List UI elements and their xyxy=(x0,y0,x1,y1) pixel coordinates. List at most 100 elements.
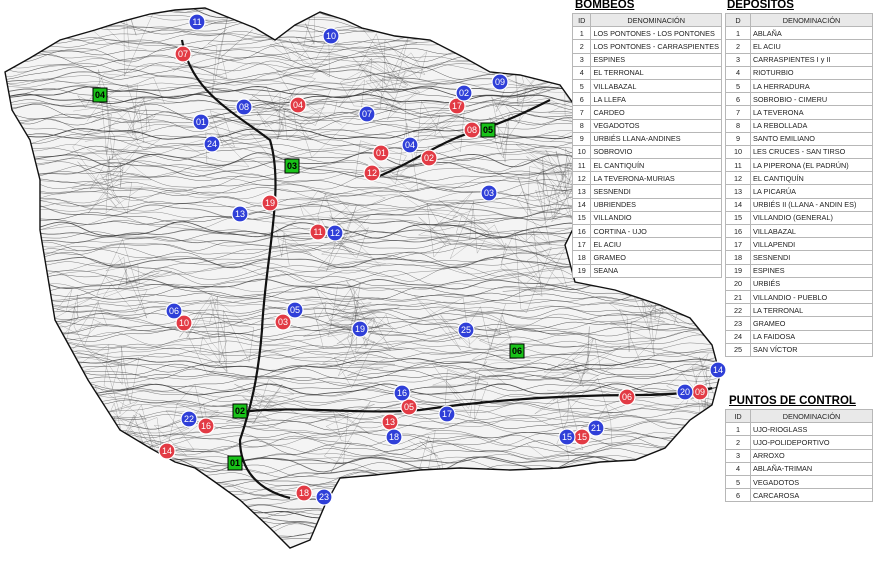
deposito-marker[interactable]: 06 xyxy=(165,302,183,320)
bombeo-marker[interactable]: 08 xyxy=(463,121,481,139)
deposito-marker[interactable]: 19 xyxy=(351,320,369,338)
deposito-marker[interactable]: 16 xyxy=(393,384,411,402)
deposito-marker[interactable]: 15 xyxy=(558,428,576,446)
deposito-marker[interactable]: 07 xyxy=(358,105,376,123)
deposito-marker[interactable]: 18 xyxy=(385,428,403,446)
deposito-marker[interactable]: 21 xyxy=(587,419,605,437)
bombeo-marker[interactable]: 13 xyxy=(381,413,399,431)
legend-id: 4 xyxy=(725,65,751,80)
legend-name: EL ACIU xyxy=(750,39,873,54)
legend-id: 11 xyxy=(725,158,751,173)
deposito-label: 08 xyxy=(239,102,249,112)
legend-row: 6 CARCAROSA xyxy=(725,488,873,503)
bombeo-label: 01 xyxy=(376,148,386,158)
bombeo-marker[interactable]: 18 xyxy=(295,484,313,502)
legend-id: 7 xyxy=(725,105,751,120)
deposito-marker[interactable]: 04 xyxy=(401,136,419,154)
legend-id: 1 xyxy=(725,422,751,437)
bombeo-marker[interactable]: 09 xyxy=(691,383,709,401)
legend-name: LA REBOLLADA xyxy=(750,118,873,133)
control-point-label: 01 xyxy=(230,458,240,468)
bombeo-marker[interactable]: 12 xyxy=(363,164,381,182)
legend-name: LOS PONTONES - LOS PONTONES xyxy=(590,26,722,41)
col-id-header: ID xyxy=(571,12,592,28)
deposito-marker[interactable]: 08 xyxy=(235,98,253,116)
legend-row: 3 ARROXO xyxy=(725,448,873,463)
deposito-label: 12 xyxy=(330,228,340,238)
deposito-marker[interactable]: 14 xyxy=(709,361,727,379)
control-point-marker[interactable]: 04 xyxy=(92,87,108,103)
deposito-marker[interactable]: 20 xyxy=(676,383,694,401)
bombeo-label: 05 xyxy=(404,402,414,412)
legend-name: EL CANTIQUÍN xyxy=(750,171,873,186)
legend-name: UBRIENDES xyxy=(590,197,722,212)
legend-id: 12 xyxy=(725,171,751,186)
legend-row: 23 GRAMEO xyxy=(725,316,873,331)
deposito-label: 03 xyxy=(484,188,494,198)
bombeo-marker[interactable]: 02 xyxy=(420,149,438,167)
deposito-label: 24 xyxy=(207,139,217,149)
legend-name: URBIÉS xyxy=(750,276,873,291)
bombeo-label: 12 xyxy=(367,168,377,178)
deposito-marker[interactable]: 12 xyxy=(326,224,344,242)
bombeo-marker[interactable]: 19 xyxy=(261,194,279,212)
legend-id: 14 xyxy=(725,197,751,212)
deposito-marker[interactable]: 10 xyxy=(322,27,340,45)
legend-name: VILLABAZAL xyxy=(590,78,722,94)
deposito-marker[interactable]: 11 xyxy=(188,13,206,31)
legend-id: 5 xyxy=(571,78,592,94)
deposito-marker[interactable]: 23 xyxy=(315,488,333,506)
depositos-table: D DENOMINACIÓN 1 ABLAÑA 2 EL ACIU 3 CARRASPIE… xyxy=(725,12,873,357)
deposito-marker[interactable]: 24 xyxy=(203,135,221,153)
deposito-marker[interactable]: 05 xyxy=(286,301,304,319)
legend-name: ESPINES xyxy=(590,52,722,67)
legend-id: 14 xyxy=(571,197,592,212)
bombeo-marker[interactable]: 07 xyxy=(174,45,192,63)
legend-name: EL CANTIQUÍN xyxy=(590,158,722,173)
bombeo-marker[interactable]: 06 xyxy=(618,388,636,406)
bombeo-marker[interactable]: 14 xyxy=(158,442,176,460)
bombeo-marker[interactable]: 04 xyxy=(289,96,307,114)
control-point-marker[interactable]: 03 xyxy=(284,158,300,174)
legend-name: GRAMEO xyxy=(590,250,722,265)
deposito-marker[interactable]: 03 xyxy=(480,184,498,202)
legend-row: 2 UJO-POLIDEPORTIVO xyxy=(725,435,873,450)
deposito-label: 05 xyxy=(290,305,300,315)
bombeos-title: BOMBEOS xyxy=(575,0,635,11)
control-point-marker[interactable]: 06 xyxy=(509,343,525,359)
bombeo-marker[interactable]: 03 xyxy=(274,313,292,331)
legend-id: 8 xyxy=(571,118,592,133)
deposito-marker[interactable]: 17 xyxy=(438,405,456,423)
legend-name: SAN VÍCTOR xyxy=(750,342,873,357)
control-point-marker[interactable]: 05 xyxy=(480,122,496,138)
deposito-label: 22 xyxy=(184,414,194,424)
bombeo-marker[interactable]: 01 xyxy=(372,144,390,162)
control-point-marker[interactable]: 01 xyxy=(227,455,243,471)
deposito-marker[interactable]: 25 xyxy=(457,321,475,339)
bombeo-marker[interactable]: 11 xyxy=(309,223,327,241)
legend-name: LA FAIDOSA xyxy=(750,329,873,344)
deposito-marker[interactable]: 01 xyxy=(192,113,210,131)
legend-id: 25 xyxy=(725,342,751,357)
legend-name: SANTO EMILIANO xyxy=(750,131,873,146)
legend-row: 14 UBRIENDES xyxy=(571,197,722,212)
legend-name: SEANA xyxy=(590,263,722,278)
legend-id: 2 xyxy=(725,435,751,450)
bombeo-marker[interactable]: 16 xyxy=(197,417,215,435)
legend-row: 5 VEGADOTOS xyxy=(725,474,873,490)
col-id-header: ID xyxy=(725,408,751,424)
legend-id: 2 xyxy=(571,39,592,54)
legend-row: 16 CORTINA - UJO xyxy=(571,223,722,239)
control-point-marker[interactable]: 02 xyxy=(232,403,248,419)
deposito-marker[interactable]: 02 xyxy=(455,84,473,102)
legend-row: 22 LA TERRONAL xyxy=(725,303,873,318)
deposito-marker[interactable]: 13 xyxy=(231,205,249,223)
legend-id: 19 xyxy=(725,263,751,278)
bombeo-marker[interactable]: 15 xyxy=(573,428,591,446)
legend-row: 15 VILLANDIO (GENERAL) xyxy=(725,210,873,226)
deposito-label: 15 xyxy=(562,432,572,442)
deposito-label: 14 xyxy=(713,365,723,375)
deposito-marker[interactable]: 09 xyxy=(491,73,509,91)
deposito-marker[interactable]: 22 xyxy=(180,410,198,428)
legend-name: LA TERRONAL xyxy=(750,303,873,318)
